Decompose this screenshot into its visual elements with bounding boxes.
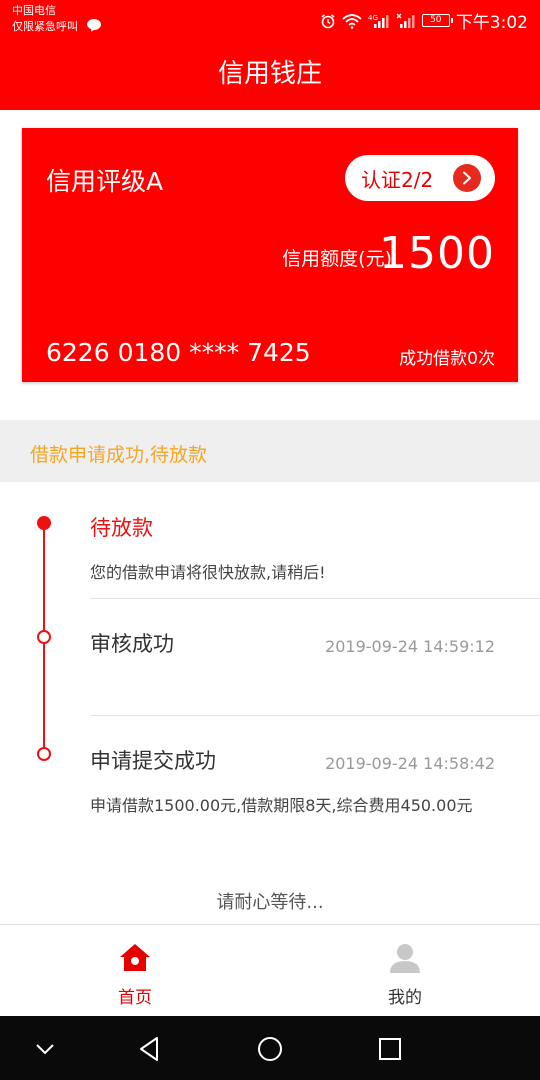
borrow-count: 成功借款0次	[399, 349, 495, 369]
carrier-info: 中国电信 仅限紧急呼叫	[12, 4, 102, 36]
wifi-icon	[342, 13, 362, 29]
timeline-step-desc: 申请借款1500.00元,借款期限8天,综合费用450.00元	[90, 796, 473, 815]
certification-button[interactable]: 认证2/2	[345, 155, 495, 201]
carrier-name: 中国电信	[12, 4, 56, 17]
progress-timeline: 待放款 您的借款申请将很快放款,请稍后! 审核成功 2019-09-24 14:…	[0, 482, 540, 924]
user-icon	[388, 941, 422, 975]
credit-card: 信用评级A 认证2/2 信用额度(元) 1500 6226 0180 **** …	[22, 128, 518, 382]
message-icon	[86, 18, 102, 36]
timeline-dot	[37, 630, 51, 644]
credit-rating: 信用评级A	[46, 167, 164, 196]
system-nav-bar	[0, 1016, 540, 1080]
nav-label-mine: 我的	[388, 988, 422, 1008]
timeline-step-time: 2019-09-24 14:59:12	[325, 637, 495, 656]
divider	[90, 598, 540, 599]
clock-time: 下午3:02	[455, 13, 528, 33]
timeline-step-title: 待放款	[90, 516, 153, 540]
svg-text:4G: 4G	[368, 14, 378, 22]
loan-status-text: 借款申请成功,待放款	[30, 444, 208, 466]
home-icon	[118, 941, 152, 975]
timeline-dot	[37, 747, 51, 761]
bank-card-number: 6226 0180 **** 7425	[46, 338, 311, 367]
nav-label-home: 首页	[118, 988, 152, 1008]
nav-item-mine[interactable]: 我的	[270, 925, 540, 1017]
app-header: 信用钱庄	[0, 38, 540, 110]
bottom-nav: 首页 我的	[0, 924, 540, 1016]
signal-4g-icon: 4G	[368, 13, 390, 29]
credit-limit-value: 1500	[379, 228, 495, 279]
timeline-step-title: 审核成功	[90, 632, 174, 656]
divider	[90, 715, 540, 716]
chevron-right-icon	[453, 164, 481, 192]
recent-apps-icon[interactable]	[375, 1034, 405, 1064]
page-title: 信用钱庄	[217, 59, 322, 89]
battery-icon: 50	[421, 14, 453, 27]
collapse-icon[interactable]	[30, 1034, 60, 1064]
status-icons: 4G 50 下午3:02	[320, 8, 528, 33]
certification-label: 认证2/2	[361, 167, 434, 192]
back-icon[interactable]	[135, 1034, 165, 1064]
timeline-dot-active	[37, 516, 51, 530]
timeline-step-title: 申请提交成功	[90, 749, 216, 773]
status-bar: 中国电信 仅限紧急呼叫 4G 50 下午3:02	[0, 0, 540, 38]
emergency-only-text: 仅限紧急呼叫	[12, 20, 78, 33]
alarm-icon	[320, 13, 336, 29]
timeline-step-desc: 您的借款申请将很快放款,请稍后!	[90, 563, 326, 582]
signal-no-sim-icon	[396, 13, 416, 29]
timeline-step-time: 2019-09-24 14:58:42	[325, 754, 495, 773]
home-button-icon[interactable]	[255, 1034, 285, 1064]
credit-limit-label: 信用额度(元)	[282, 248, 392, 270]
loan-status-banner: 借款申请成功,待放款	[0, 420, 540, 482]
section-gap	[0, 398, 540, 420]
nav-item-home[interactable]: 首页	[0, 925, 270, 1017]
wait-message: 请耐心等待...	[216, 892, 324, 913]
